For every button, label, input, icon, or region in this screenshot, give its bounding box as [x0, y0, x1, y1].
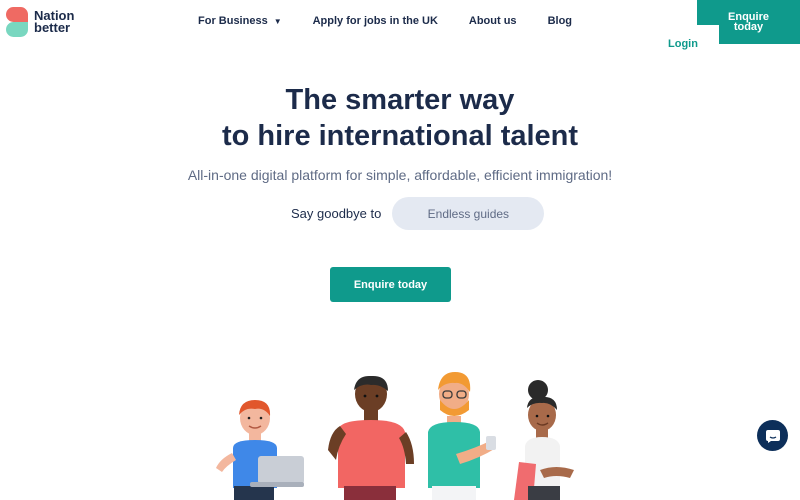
person-red-shirt — [328, 375, 414, 500]
nav-item-label: Blog — [547, 15, 573, 27]
hero-subtitle: All-in-one digital platform for simple, … — [187, 167, 613, 183]
login-link[interactable]: Login — [668, 38, 698, 50]
hero-title-line-1: The smarter way — [285, 84, 515, 116]
goodbye-row: Say goodbye to Endless guides — [291, 197, 545, 230]
person-with-phone — [428, 372, 496, 500]
nav-item-label: Apply for jobs in the UK — [312, 15, 438, 27]
logo-text: Nation better — [34, 9, 74, 35]
rotating-word-pill: Endless guides — [392, 197, 545, 230]
logo[interactable]: Nation better — [6, 7, 74, 37]
logo-line-2: better — [34, 20, 71, 35]
hero-title-line-2: to hire international talent — [221, 120, 579, 152]
main-nav: For Business ▼ Apply for jobs in the UK … — [198, 15, 603, 27]
nav-item-blog[interactable]: Blog — [548, 15, 572, 27]
chat-bubble-icon — [765, 429, 780, 443]
chevron-down-icon: ▼ — [273, 16, 282, 26]
person-with-laptop — [216, 400, 304, 500]
chat-button[interactable] — [757, 420, 788, 451]
goodbye-label: Say goodbye to — [291, 206, 382, 221]
page: Nation better For Business ▼ Apply for j… — [0, 0, 800, 500]
hero-title: The smarter way to hire international ta… — [0, 82, 800, 154]
logo-mark-icon — [6, 7, 28, 37]
enquire-header-line-2: today — [733, 21, 764, 33]
person-with-bag — [514, 380, 574, 500]
rotating-word: Endless guides — [427, 206, 510, 221]
nav-item-apply-jobs[interactable]: Apply for jobs in the UK — [313, 15, 438, 27]
enquire-today-button[interactable]: Enquire today — [330, 267, 451, 302]
hero-illustration — [216, 372, 574, 500]
nav-item-for-business[interactable]: For Business ▼ — [198, 15, 282, 27]
nav-item-about-us[interactable]: About us — [469, 15, 517, 27]
nav-item-label: For Business — [198, 15, 268, 27]
nav-item-label: About us — [468, 15, 517, 27]
